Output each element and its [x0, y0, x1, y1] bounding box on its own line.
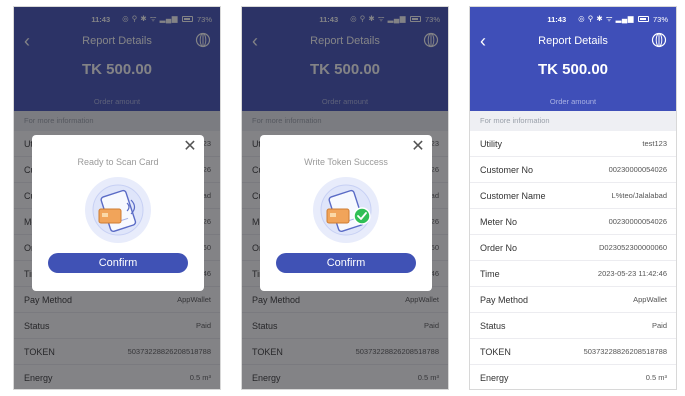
row-label: Meter No [480, 216, 518, 227]
dialog-message: Ready to Scan Card [77, 157, 159, 167]
row-label: Status [480, 320, 506, 331]
row-label: Energy [480, 372, 509, 383]
row-value: L%teo/Jalalabad [611, 191, 667, 200]
detail-row-status: Status Paid [470, 313, 676, 339]
page-title: Report Details [538, 35, 608, 47]
order-amount: TK 500.00 [537, 61, 609, 78]
row-value: Paid [651, 321, 667, 330]
close-button[interactable]: ✕ [182, 139, 198, 155]
detail-row-time: Time 2023-05-23 11:42:46 [470, 261, 676, 287]
row-value: test123 [642, 139, 667, 148]
detail-row-token: TOKEN 50373228826208518788 [470, 339, 676, 365]
battery-icon [637, 16, 649, 22]
back-button[interactable]: ‹ [480, 31, 498, 51]
battery-percent: 73% [652, 14, 668, 24]
close-icon: ✕ [411, 138, 425, 155]
globe-icon[interactable] [651, 32, 667, 48]
row-label: Time [480, 268, 500, 279]
row-label: Customer No [480, 164, 534, 175]
detail-row-energy: Energy 0.5 m³ [470, 365, 676, 389]
close-button[interactable]: ✕ [410, 139, 426, 155]
confirm-button[interactable]: Confirm [48, 253, 188, 273]
row-value: 00230000054026 [608, 217, 667, 226]
order-amount-label: Order amount [549, 97, 597, 106]
chevron-left-icon: ‹ [480, 31, 486, 51]
row-label: Utility [480, 138, 502, 149]
card-success-illustration-icon [313, 177, 379, 243]
row-value: 00230000054026 [608, 165, 667, 174]
row-value: 0.5 m³ [645, 373, 667, 382]
scan-card-dialog: ✕ Ready to Scan Card Confirm [32, 135, 204, 291]
close-icon: ✕ [183, 138, 197, 155]
detail-row-customer-no: Customer No 00230000054026 [470, 157, 676, 183]
row-value: 50373228826208518788 [583, 347, 667, 356]
row-label: Order No [480, 242, 518, 253]
detail-row-pay-method: Pay Method AppWallet [470, 287, 676, 313]
confirm-button[interactable]: Confirm [276, 253, 416, 273]
row-value: D023052300000060 [599, 243, 667, 252]
section-label: For more information [470, 111, 676, 131]
row-label: TOKEN [480, 346, 511, 357]
card-scan-illustration-icon [85, 177, 151, 243]
phone-screen-ready-to-scan: 11:43 ◎ ⚲ ✱ ᯤ ▂▄▆ 73% ‹ Report Details T… [13, 6, 221, 390]
detail-row-meter-no: Meter No 00230000054026 [470, 209, 676, 235]
status-time: 11:43 [547, 14, 567, 24]
status-bar: 11:43 ◎ ⚲ ✱ ᯤ ▂▄▆ 73% [530, 13, 668, 25]
phone-screen-report-details: 11:43 ◎ ⚲ ✱ ᯤ ▂▄▆ 73% ‹ Report Details T… [469, 6, 677, 390]
phone-screen-write-token-success: 11:43 ◎ ⚲ ✱ ᯤ ▂▄▆ 73% ‹ Report Details T… [241, 6, 449, 390]
row-label: Pay Method [480, 294, 529, 305]
report-header: 11:43 ◎ ⚲ ✱ ᯤ ▂▄▆ 73% ‹ Report Details T… [470, 7, 676, 111]
detail-row-customer-name: Customer Name L%teo/Jalalabad [470, 183, 676, 209]
row-label: Customer Name [480, 190, 546, 201]
signal-icons: ◎ ⚲ ✱ ᯤ ▂▄▆ [578, 14, 634, 23]
detail-row-utility: Utility test123 [470, 131, 676, 157]
row-value: 2023-05-23 11:42:46 [597, 269, 667, 278]
dialog-message: Write Token Success [304, 157, 388, 167]
details-list: Utility test123 Customer No 00230000054026… [470, 131, 676, 389]
row-value: AppWallet [633, 295, 667, 304]
detail-row-order-no: Order No D023052300000060 [470, 235, 676, 261]
write-token-dialog: ✕ Write Token Success Confirm [260, 135, 432, 291]
